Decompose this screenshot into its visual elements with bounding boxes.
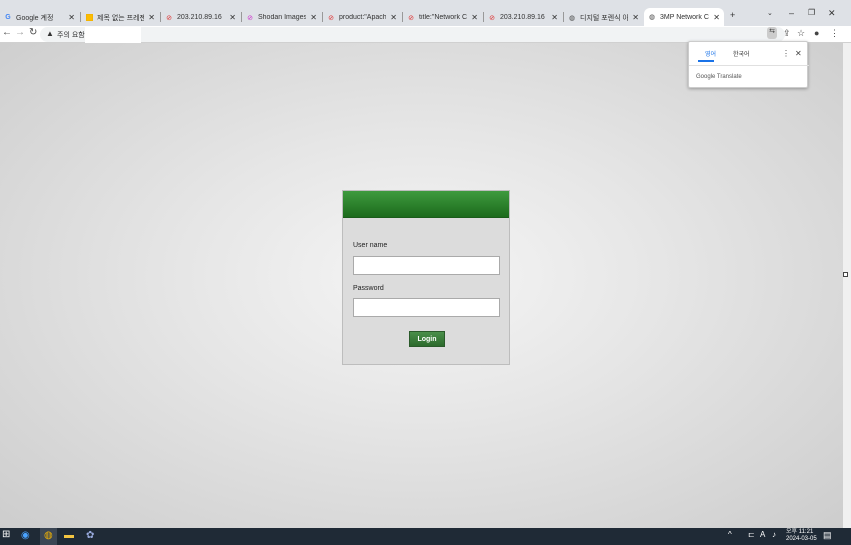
back-icon[interactable]: ← [2,27,12,38]
reload-icon[interactable]: ↻ [29,27,37,38]
tab-ip-2[interactable]: ⊘ 203.210.89.16 ✕ [484,9,562,26]
edge-icon[interactable]: ◉ [21,530,30,541]
tab-label: 203.210.89.16 [177,14,222,21]
tab-forensics[interactable]: ◍ 디지털 포렌식 아티팩 ✕ [564,9,643,26]
tab-apache[interactable]: ⊘ product:"Apache http ✕ [323,9,401,26]
slides-icon [85,14,93,22]
share-icon[interactable]: ⇪ [783,28,791,39]
ime-icon[interactable]: A [760,530,765,539]
translate-tab-indicator [698,60,714,62]
login-button[interactable]: Login [409,331,445,347]
new-tab-icon[interactable]: + [730,10,735,20]
translate-icon[interactable]: ⇆ [767,27,777,39]
windows-start-icon[interactable]: ⊞ [2,529,10,540]
shodan-icon: ⊘ [328,14,334,22]
tab-slides[interactable]: 제목 없는 프레젠테이 ✕ [81,9,159,26]
shodan-icon: ⊘ [247,14,253,22]
tab-network-camera[interactable]: ⊘ title:"Network Camer ✕ [403,9,482,26]
login-panel: User name Password Login [342,190,510,365]
translate-close-icon[interactable]: ✕ [795,49,802,58]
tab-label: 디지털 포렌식 아티팩 [580,14,629,22]
restore-icon[interactable]: ❐ [808,8,815,17]
close-icon[interactable]: ✕ [229,13,236,22]
tab-google-account[interactable]: G Google 계정 ✕ [0,9,79,26]
window-close-icon[interactable]: ✕ [828,8,836,19]
notification-icon[interactable]: ▤ [823,530,832,541]
minimize-icon[interactable]: – [789,8,794,18]
clock-date: 2024-03-05 [786,536,817,542]
globe-icon: ◍ [568,14,576,22]
close-icon[interactable]: ✕ [68,13,75,22]
more-options-icon[interactable]: ⋮ [782,49,790,58]
chrome-taskbar-button[interactable]: ◍ [40,528,57,545]
tab-label: 203.210.89.16 [500,14,545,21]
forward-icon[interactable]: → [15,27,25,38]
bookmark-star-icon[interactable]: ☆ [797,28,805,39]
username-input[interactable] [353,256,500,275]
close-icon[interactable]: ✕ [551,13,558,22]
tab-strip: G Google 계정 ✕ 제목 없는 프레젠테이 ✕ ⊘ 203.210.89… [0,0,851,26]
os-taskbar: ⊞ ◉ ◍ ▬ ✿ ^ ⊏ A ♪ 오후 11:21 2024-03-05 ▤ [0,528,851,545]
clock-time: 오후 11:21 [786,529,814,535]
menu-icon[interactable]: ⋮ [830,28,839,39]
close-icon[interactable]: ✕ [632,13,639,22]
translate-tab-source[interactable]: 영어 [705,49,716,58]
tab-search-chevron-icon[interactable]: ⌄ [767,9,773,17]
translate-tab-target[interactable]: 한국어 [733,49,750,58]
clock[interactable]: 오후 11:21 2024-03-05 [786,529,817,543]
app-icon[interactable]: ✿ [86,530,94,541]
network-icon[interactable]: ⊏ [748,530,755,539]
tray-chevron-icon[interactable]: ^ [728,530,732,539]
warning-icon: ▲ [46,29,54,38]
translate-brand: Google Translate [696,74,742,80]
globe-icon: ◍ [648,14,656,21]
tab-label: product:"Apache http [339,14,387,21]
close-icon[interactable]: ✕ [471,13,478,22]
address-bar[interactable]: ▲ 주의 요함 [40,27,785,42]
tab-shodan-images[interactable]: ⊘ Shodan Images ✕ [242,9,321,26]
close-icon[interactable]: ✕ [148,13,155,22]
close-icon[interactable]: ✕ [390,13,397,22]
scroll-marker [843,272,848,277]
divider [689,65,809,66]
login-header [343,191,509,218]
volume-icon[interactable]: ♪ [772,530,776,539]
shodan-icon: ⊘ [408,14,414,22]
password-input[interactable] [353,298,500,317]
tab-label: 제목 없는 프레젠테이 [97,14,145,22]
google-icon: G [5,14,11,21]
close-icon[interactable]: ✕ [713,13,720,22]
chrome-icon: ◍ [44,530,53,541]
username-label: User name [353,242,388,249]
password-label: Password [353,285,384,292]
shodan-icon: ⊘ [489,14,495,22]
translate-popup: 영어 한국어 ⋮ ✕ Google Translate [688,41,809,88]
tab-label: Google 계정 [16,14,54,22]
close-icon[interactable]: ✕ [310,13,317,22]
file-explorer-icon[interactable]: ▬ [64,530,74,541]
security-label: 주의 요함 [57,32,85,39]
scrollbar[interactable] [843,43,851,528]
tab-label: 3MP Network Came [660,13,709,21]
tab-3mp-camera[interactable]: ◍ 3MP Network Came ✕ [644,8,724,26]
tab-label: Shodan Images [258,14,307,21]
tab-ip-1[interactable]: ⊘ 203.210.89.16 ✕ [161,9,240,26]
profile-icon[interactable]: ● [814,28,819,38]
shodan-icon: ⊘ [166,14,172,22]
tab-label: title:"Network Camer [419,14,467,21]
